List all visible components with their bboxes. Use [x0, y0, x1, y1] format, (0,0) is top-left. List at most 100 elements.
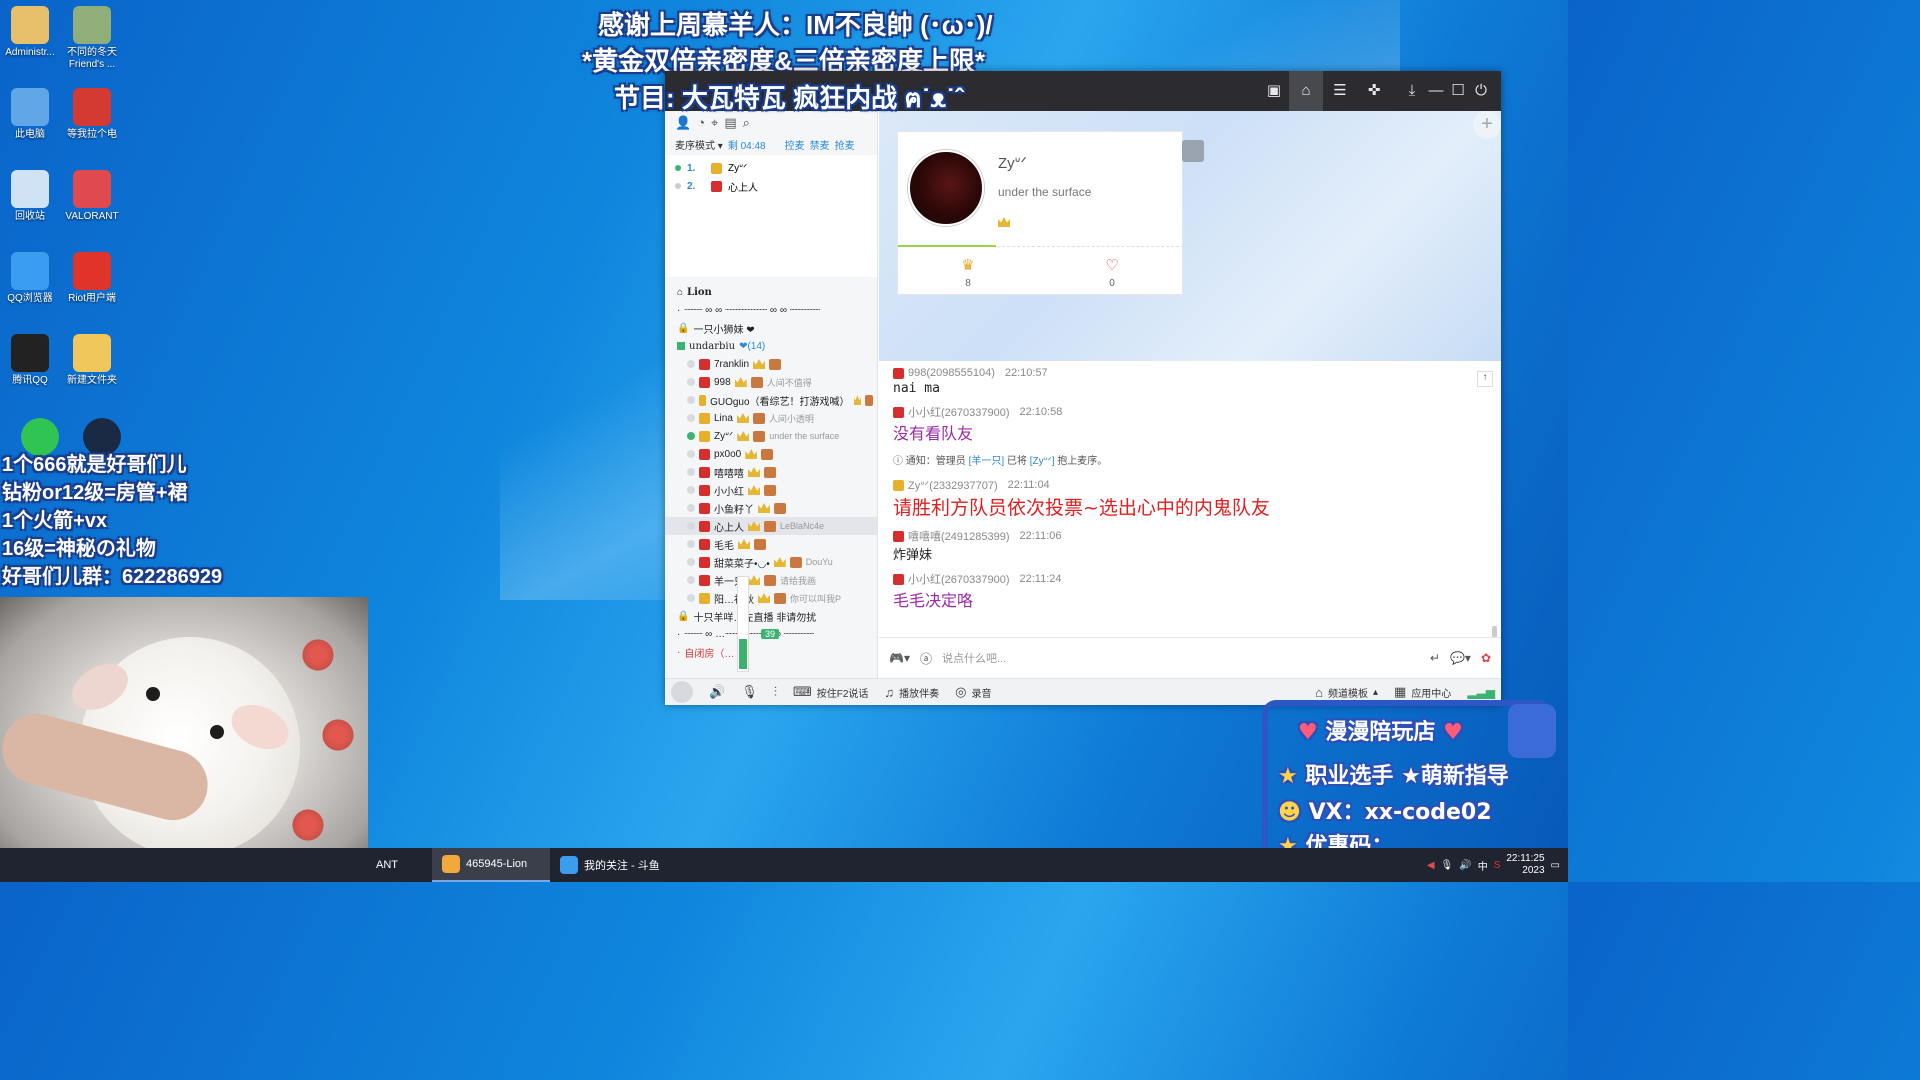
- gamepad-icon[interactable]: ✜: [1357, 71, 1391, 111]
- member-row[interactable]: 小鱼籽丫: [665, 499, 877, 517]
- power-icon[interactable]: ⏻: [1464, 71, 1498, 111]
- overlay-group-number: 好哥们儿群：622286929: [2, 566, 223, 588]
- stat-heart[interactable]: ♡ 0: [1042, 256, 1182, 289]
- chat-user[interactable]: 998(2098555104): [908, 367, 995, 379]
- idle-dot-icon: [687, 522, 695, 530]
- member-row[interactable]: 嘻嘻嘻: [665, 463, 877, 481]
- level-badge-icon: [764, 574, 776, 586]
- member-row[interactable]: 阳…初秋 你可以叫我P: [665, 589, 877, 607]
- member-row[interactable]: Lina 人间小透明: [665, 409, 877, 427]
- overlay-rule-2: 钻粉or12级=房管+裙: [2, 482, 188, 504]
- info-icon: ⓘ: [893, 456, 903, 467]
- template-button[interactable]: ⌂ 频道模板 ▴: [1315, 685, 1378, 700]
- rose-icon[interactable]: ✿: [1481, 651, 1491, 665]
- ban-mic-link[interactable]: 禁麦: [810, 137, 830, 153]
- chat-user[interactable]: 小小红(2670337900): [908, 404, 1010, 420]
- member-row[interactable]: 7ranklin: [665, 355, 877, 373]
- member-row[interactable]: 998 人间不值得: [665, 373, 877, 391]
- desktop-icon[interactable]: Administr...: [0, 6, 60, 59]
- channel-row-current[interactable]: undarbiu ❤(14): [665, 337, 877, 355]
- ime-indicator[interactable]: 中: [1478, 858, 1488, 873]
- tray-app-icon[interactable]: ◀: [1427, 860, 1435, 871]
- chat-user[interactable]: 嘻嘻嘻(2491285399): [908, 528, 1010, 544]
- self-avatar[interactable]: [671, 681, 693, 703]
- member-row[interactable]: px0o0: [665, 445, 877, 463]
- audio-settings-button[interactable]: ⫶: [774, 684, 777, 700]
- member-name: GUOguo（看综艺！打游戏喊）: [710, 396, 850, 408]
- channel-row[interactable]: 🔒 一只小狮妹 ❤: [665, 319, 877, 337]
- send-icon[interactable]: ↵: [1430, 651, 1440, 665]
- member-row[interactable]: Zyᐡᐟ under the surface: [665, 427, 877, 445]
- stat-trophy[interactable]: ♛ 8: [898, 256, 1038, 289]
- queue-item[interactable]: 1. Zyᐡᐟ: [675, 159, 867, 177]
- app-center-button[interactable]: ▦ 应用中心: [1394, 684, 1451, 700]
- promo-line-2: ★ 职业选手 ★萌新指导: [1278, 758, 1509, 790]
- desktop-icon[interactable]: 此电脑: [0, 88, 60, 141]
- chat-input[interactable]: 说点什么吧...: [942, 650, 1420, 666]
- queue-name: Zyᐡᐟ: [728, 162, 748, 174]
- image-icon[interactable]: [1182, 140, 1204, 162]
- taskbar-item[interactable]: 465945-Lion: [432, 848, 550, 882]
- volume-slider[interactable]: [737, 576, 749, 672]
- tray-speaker-icon[interactable]: 🔊: [1459, 860, 1471, 871]
- desktop-icon[interactable]: 等我拉个电: [62, 88, 122, 141]
- mic-mode-select[interactable]: 麦序模式 ▾: [675, 137, 723, 153]
- notice-admin[interactable]: [羊一只]: [969, 456, 1005, 467]
- control-mic-link[interactable]: 控麦: [785, 137, 805, 153]
- member-status: DouYu: [805, 557, 833, 567]
- idle-dot-icon: [687, 486, 695, 494]
- queue-item[interactable]: 2. 心上人: [675, 177, 867, 195]
- chat-bubble-icon[interactable]: 💬▾: [1450, 651, 1471, 665]
- taskbar-item[interactable]: ANT: [366, 848, 432, 882]
- chat-user[interactable]: Zyᐡᐟ(2332937707): [908, 479, 998, 492]
- user-folder-icon: [11, 6, 49, 44]
- taskbar-item[interactable]: 我的关注 - 斗鱼: [550, 848, 680, 882]
- add-icon[interactable]: +: [1473, 111, 1501, 139]
- screen-share-icon[interactable]: ▣: [1257, 71, 1291, 111]
- list-icon[interactable]: ☰: [1323, 71, 1357, 111]
- channel-row[interactable]: · 自闭房（…: [665, 643, 877, 661]
- home-icon[interactable]: ⌂: [1289, 71, 1323, 111]
- channel-row[interactable]: 🔒 十只羊咩…左直播 非请勿扰: [665, 607, 877, 625]
- speaker-button[interactable]: 🔊: [709, 684, 725, 700]
- f2-key-icon: ⌨: [792, 684, 812, 699]
- microphone-icon: 🎙: [741, 684, 758, 699]
- member-row[interactable]: 心上人 LeBlaNc4e: [665, 517, 877, 535]
- scroll-top-icon[interactable]: ↑: [1477, 371, 1493, 387]
- speaking-dot-icon: [687, 432, 695, 440]
- idle-dot-icon: [687, 504, 695, 512]
- member-row[interactable]: 毛毛: [665, 535, 877, 553]
- record-button[interactable]: ◎ 录音: [955, 684, 991, 700]
- member-row[interactable]: 羊一只 请给我画: [665, 571, 877, 589]
- channel-name: undarbiu: [689, 340, 736, 352]
- notice-mid: 已将: [1006, 456, 1027, 467]
- push-to-talk-button[interactable]: ⌨ 按住F2说话: [793, 684, 868, 700]
- grab-mic-link[interactable]: 抢麦: [835, 137, 855, 153]
- member-row[interactable]: GUOguo（看综艺！打游戏喊）: [665, 391, 877, 409]
- notice-target[interactable]: [Zyᐡᐟ]: [1030, 456, 1055, 467]
- avatar[interactable]: [908, 150, 984, 226]
- member-row[interactable]: 小小红: [665, 481, 877, 499]
- music-button[interactable]: ♫ 播放伴奏: [884, 685, 939, 700]
- channel-root[interactable]: ⌂ Lion: [665, 283, 877, 301]
- desktop-icon[interactable]: VALORANT: [62, 170, 122, 223]
- desktop-icon[interactable]: 腾讯QQ: [0, 334, 60, 387]
- game-emoji-icon[interactable]: 🎮▾: [889, 651, 910, 665]
- tray-antivirus-icon[interactable]: S: [1494, 860, 1501, 871]
- desktop-icon[interactable]: 不同的冬天 Friend's ...: [62, 6, 122, 71]
- channel-row[interactable]: · ┈┈┈ ∞ ∞ ┈┈┈┈┈┈┈ ∞ ∞ ┈┈┈┈┈: [665, 301, 877, 319]
- text-style-icon[interactable]: ⓐ: [920, 650, 932, 667]
- desktop-icon[interactable]: 新建文件夹: [62, 334, 122, 387]
- chat-user[interactable]: 小小红(2670337900): [908, 571, 1010, 587]
- desktop-icon[interactable]: 回收站: [0, 170, 60, 223]
- desktop-icon[interactable]: Riot用户端: [62, 252, 122, 305]
- clock[interactable]: 22:11:25 2023: [1506, 853, 1544, 877]
- mic-button[interactable]: 🎙: [741, 684, 758, 700]
- crown-badge-icon: [737, 431, 750, 441]
- desktop-icon[interactable]: QQ浏览器: [0, 252, 60, 305]
- member-row[interactable]: 甜菜菜子•◡• DouYu: [665, 553, 877, 571]
- gift-rank-icon: [699, 502, 710, 514]
- tray-mic-icon[interactable]: 🎙: [1441, 860, 1454, 871]
- notification-icon[interactable]: ▭: [1551, 860, 1560, 871]
- level-badge-icon: [789, 556, 802, 568]
